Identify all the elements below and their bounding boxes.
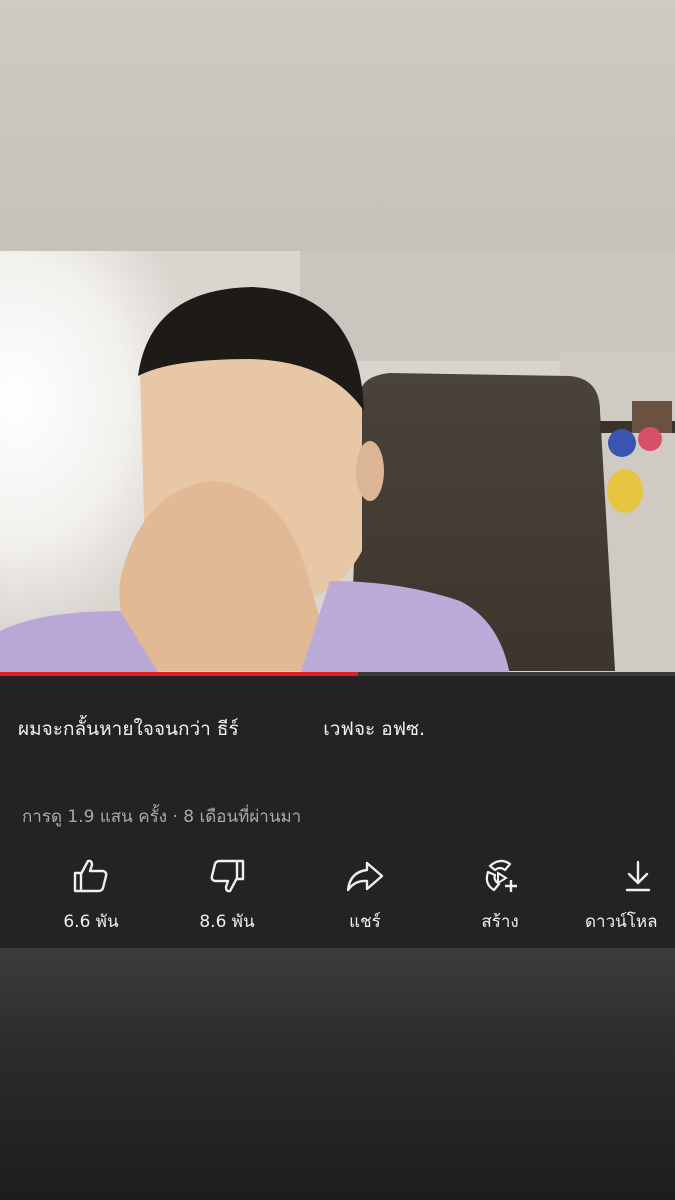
create-label: สร้าง — [481, 912, 519, 932]
video-meta: การดู 1.9 แสน ครั้ง · 8 เดือนที่ผ่านมา — [22, 807, 302, 827]
video-title: ผมจะกลั้นหายใจจนกว่า ธีร์ เวฟจะ อฟซ. — [18, 718, 426, 740]
video-still — [0, 251, 675, 675]
like-button[interactable]: 6.6 พัน — [36, 858, 146, 938]
dislike-button[interactable]: 8.6 พัน — [172, 858, 282, 938]
download-button[interactable]: ดาวน์โหล — [580, 858, 675, 938]
video-info-panel: ผมจะกลั้นหายใจจนกว่า ธีร์ เวฟจะ อฟซ. การ… — [0, 676, 675, 948]
thumbs-up-icon — [73, 859, 108, 893]
share-icon — [346, 861, 384, 892]
create-button[interactable]: สร้าง — [445, 858, 555, 938]
action-bar: 6.6 พัน 8.6 พัน แชร์ สร้าง ดาวน์โหล — [0, 858, 675, 938]
story-top-background — [0, 0, 675, 251]
create-icon — [485, 859, 517, 892]
video-frame[interactable] — [0, 251, 675, 675]
download-label: ดาวน์โหล — [585, 912, 658, 932]
story-bottom-background — [0, 948, 675, 1200]
dislike-count: 8.6 พัน — [199, 912, 255, 932]
download-icon — [625, 860, 651, 892]
share-button[interactable]: แชร์ — [310, 858, 420, 938]
like-count: 6.6 พัน — [63, 912, 119, 932]
thumbs-down-icon — [210, 859, 245, 893]
share-label: แชร์ — [349, 912, 381, 932]
